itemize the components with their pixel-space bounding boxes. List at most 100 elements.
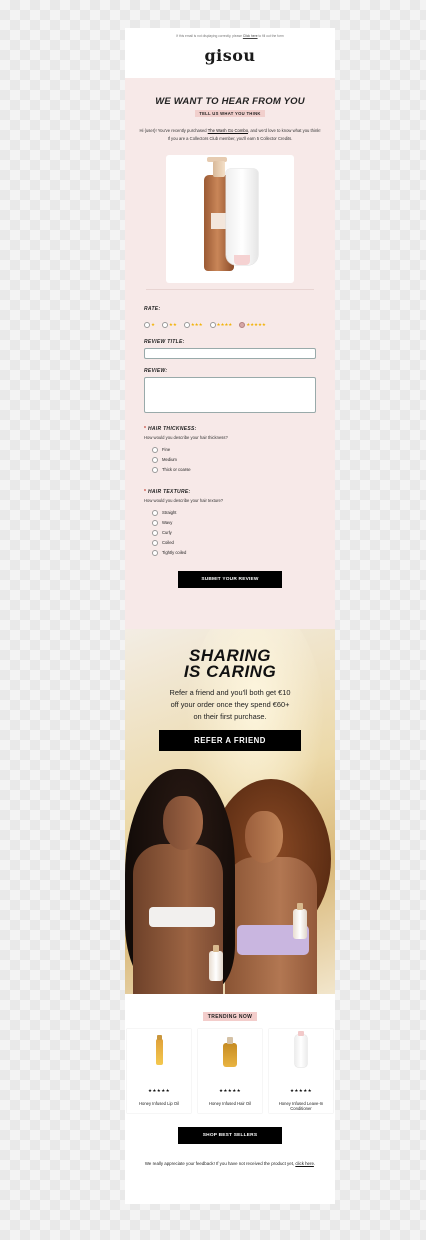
conditioner-tube [226, 169, 258, 265]
referral-title: SHARING IS CARING [125, 629, 335, 680]
trending-pill: TRENDING NOW [202, 1012, 258, 1021]
intro-product-link[interactable]: The Wash Go Combo [208, 128, 248, 133]
product-bottle [293, 903, 307, 939]
preheader-text: If this email is not displaying correctl… [176, 34, 243, 38]
product-cards: ★★★★★ Honey Infused Lip Oil ★★★★★ Honey … [127, 1029, 333, 1113]
option-label: Wavy [162, 520, 173, 525]
footer-text-end: . [313, 1161, 316, 1166]
option-label: Medium [162, 457, 177, 462]
radio-icon[interactable] [152, 509, 158, 516]
hair-thickness-question: How would you describe your hair thickne… [144, 435, 228, 440]
review-pill: TELL US WHAT YOU THINK [195, 110, 265, 117]
email-container: If this email is not displaying correctl… [125, 28, 335, 1204]
preheader: If this email is not displaying correctl… [125, 28, 335, 42]
radio-icon[interactable] [161, 322, 168, 328]
product-card[interactable]: ★★★★★ Honey Infused Leave-In Conditioner [269, 1029, 333, 1113]
product-card[interactable]: ★★★★★ Honey Infused Hair Oil [198, 1029, 262, 1113]
rating-option-2[interactable]: ★★ [161, 322, 177, 328]
radio-icon[interactable] [209, 322, 216, 328]
texture-option[interactable]: Coiled [152, 539, 335, 546]
rating-option-1[interactable]: ★ [144, 322, 155, 328]
referral-title-line: IS CARING [183, 662, 277, 681]
rating-stars-icon: ★★★★★ [289, 1088, 313, 1093]
hair-thickness-label: * HAIR THICKNESS: [144, 426, 335, 432]
radio-icon[interactable] [152, 466, 158, 473]
product-thumbnail[interactable] [269, 1029, 333, 1081]
footer-text-body: We really appreciate your feedback! If y… [144, 1161, 296, 1166]
hair-texture-question: How would you describe your hair texture… [144, 498, 224, 503]
refer-friend-button[interactable]: REFER A FRIEND [159, 730, 301, 751]
model-face [245, 811, 283, 863]
lip-oil-bottle [156, 1035, 163, 1065]
star-icon: ★★ [168, 322, 177, 327]
star-icon: ★ [151, 322, 155, 327]
option-label: Curly [162, 530, 172, 535]
radio-icon[interactable] [152, 446, 158, 453]
product-thumbnail[interactable] [198, 1029, 262, 1081]
preheader-link[interactable]: Click here [243, 34, 258, 38]
referral-text-line: off your order once they spend €60+ [170, 700, 290, 709]
product-name[interactable]: Honey Infused Hair Oil [202, 1101, 258, 1106]
preheader-text-end: to fill out the form [257, 34, 284, 38]
model-face [163, 796, 203, 850]
rating-option-4[interactable]: ★★★★ [209, 322, 233, 328]
radio-icon[interactable] [152, 519, 158, 526]
thickness-option[interactable]: Thick or coarse [152, 466, 335, 473]
referral-banner: SHARING IS CARING Refer a friend and you'… [125, 629, 335, 994]
rating-option-5[interactable]: ★★★★★ [239, 322, 266, 328]
option-label: Tightly coiled [162, 550, 187, 555]
radio-icon[interactable] [183, 322, 190, 328]
texture-option[interactable]: Straight [152, 509, 335, 516]
product-image [166, 155, 294, 283]
product-name[interactable]: Honey Infused Leave-In Conditioner [273, 1101, 329, 1111]
review-section: WE WANT TO HEAR FROM YOU TELL US WHAT YO… [125, 78, 335, 648]
rating-stars-icon: ★★★★★ [147, 1088, 171, 1093]
star-icon: ★★★★ [216, 322, 233, 327]
trending-section: TRENDING NOW ★★★★★ Honey Infused Lip Oil… [125, 1012, 335, 1167]
referral-text-line: Refer a friend and you'll both get €10 [169, 688, 291, 697]
texture-option[interactable]: Curly [152, 529, 335, 536]
hair-texture-label-text: HAIR TEXTURE: [147, 489, 191, 495]
rate-label: RATE: [144, 306, 161, 312]
product-card[interactable]: ★★★★★ Honey Infused Lip Oil [127, 1029, 191, 1113]
conditioner-bottle [295, 1031, 307, 1067]
texture-option[interactable]: Wavy [152, 519, 335, 526]
review-intro: Hi {user}! You've recently purchased The… [139, 127, 321, 142]
texture-option[interactable]: Tightly coiled [152, 549, 335, 556]
shop-best-sellers-button[interactable]: SHOP BEST SELLERS [178, 1127, 282, 1144]
submit-review-button[interactable]: SUBMIT YOUR REVIEW [178, 571, 282, 588]
rating-options: ★ ★★ ★★★ ★★★★ ★★★★★ [144, 322, 335, 328]
thickness-option[interactable]: Fine [152, 446, 335, 453]
radio-icon[interactable] [152, 549, 158, 556]
brand-logo[interactable]: gisou [125, 46, 335, 65]
product-name[interactable]: Honey Infused Lip Oil [131, 1101, 187, 1106]
rating-option-3[interactable]: ★★★ [183, 322, 203, 328]
review-headline: WE WANT TO HEAR FROM YOU [155, 96, 305, 107]
radio-selected-icon[interactable] [239, 322, 246, 328]
referral-text-line: on their first purchase. [193, 712, 267, 721]
option-label: Coiled [162, 540, 174, 545]
divider [146, 289, 314, 290]
radio-icon[interactable] [152, 539, 158, 546]
thickness-option[interactable]: Medium [152, 456, 335, 463]
product-bottle [209, 945, 223, 981]
option-label: Straight [162, 510, 177, 515]
referral-text: Refer a friend and you'll both get €10 of… [125, 687, 335, 723]
star-icon: ★★★ [190, 322, 203, 327]
review-title-label: REVIEW TITLE: [144, 339, 185, 345]
intro-text: Hi {user}! You've recently purchased [139, 128, 208, 133]
hair-oil-bottle [223, 1037, 237, 1067]
review-body-label: REVIEW: [144, 368, 168, 374]
radio-icon[interactable] [152, 456, 158, 463]
radio-icon[interactable] [144, 322, 150, 328]
hair-thickness-label-text: HAIR THICKNESS: [147, 426, 197, 432]
model-top [149, 907, 215, 927]
review-title-input[interactable] [144, 348, 316, 359]
footer-text: We really appreciate your feedback! If y… [137, 1160, 323, 1167]
product-thumbnail[interactable] [127, 1029, 191, 1081]
rating-stars-icon: ★★★★★ [218, 1088, 242, 1093]
footer-link[interactable]: click here [295, 1161, 314, 1166]
hair-texture-label: * HAIR TEXTURE: [144, 489, 335, 495]
radio-icon[interactable] [152, 529, 158, 536]
review-body-textarea[interactable] [144, 377, 316, 413]
